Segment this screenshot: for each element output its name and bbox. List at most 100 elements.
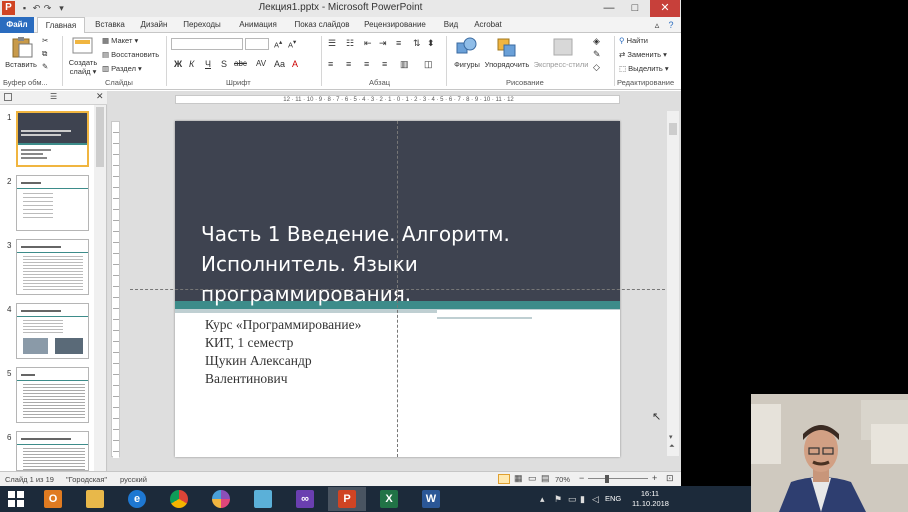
new-slide-icon[interactable] [72, 36, 94, 56]
editor-scrollbar[interactable]: ▾ ⏶ [667, 111, 679, 456]
close-button[interactable]: ✕ [650, 0, 680, 17]
justify-icon[interactable]: ≡ [382, 59, 387, 69]
bullets-icon[interactable]: ☰ [328, 38, 336, 49]
shape-fill-icon[interactable]: ◈ [593, 36, 600, 47]
slide-thumbnail-5[interactable] [16, 367, 89, 423]
taskbar-explorer[interactable] [76, 487, 114, 511]
taskbar-outlook[interactable]: O [34, 487, 72, 511]
slide-thumbnail-3[interactable] [16, 239, 89, 295]
underline-button[interactable]: Ч [205, 59, 211, 69]
zoom-slider-thumb[interactable] [605, 475, 609, 483]
bold-button[interactable]: Ж [174, 59, 182, 69]
slideshow-icon[interactable]: ▤ [541, 473, 550, 484]
taskbar-excel[interactable]: X [370, 487, 408, 511]
select-button[interactable]: ⬚ Выделить ▾ [619, 64, 669, 74]
slide-thumbnail-1[interactable] [16, 111, 89, 167]
arrange-icon[interactable] [496, 37, 518, 57]
help-icon[interactable]: ? [664, 17, 678, 33]
tab-review[interactable]: Рецензирование [360, 17, 430, 33]
paste-icon[interactable] [10, 36, 34, 58]
keyboard-language[interactable]: ENG [605, 494, 621, 503]
font-family-combo[interactable] [171, 38, 243, 50]
shape-outline-icon[interactable]: ✎ [593, 49, 601, 60]
scroll-down-icon[interactable]: ▾ [669, 433, 673, 441]
tab-view[interactable]: Вид [438, 17, 464, 33]
slide-thumbnail-6[interactable] [16, 431, 89, 471]
horizontal-guide[interactable] [130, 289, 665, 290]
zoom-slider[interactable] [588, 478, 648, 479]
taskbar-word[interactable]: W [412, 487, 450, 511]
tab-home[interactable]: Главная [37, 17, 85, 34]
tray-display-icon[interactable]: ▭ [568, 494, 577, 505]
slide-title-placeholder[interactable]: Часть 1 Введение. Алгоритм. Исполнитель.… [201, 219, 601, 309]
maximize-button[interactable]: □ [622, 0, 648, 17]
volume-icon[interactable]: ◁ [592, 494, 599, 505]
tab-transitions[interactable]: Переходы [178, 17, 226, 33]
tab-animation[interactable]: Анимация [232, 17, 284, 33]
new-slide-label-1[interactable]: Создать [64, 58, 102, 67]
find-button[interactable]: ⚲ Найти [619, 36, 648, 46]
text-direction-icon[interactable]: ⇅ [413, 38, 421, 49]
shrink-font-icon[interactable]: A▾ [288, 38, 296, 51]
language-indicator[interactable]: русский [120, 475, 147, 484]
cut-icon[interactable]: ✂ [42, 36, 48, 46]
layout-button[interactable]: ▦ Макет ▾ [102, 36, 138, 46]
reading-view-icon[interactable]: ▭ [528, 473, 537, 484]
taskbar-ie[interactable]: e [118, 487, 156, 511]
format-painter-icon[interactable]: ✎ [42, 62, 48, 72]
font-color-icon[interactable]: A [292, 59, 298, 69]
replace-button[interactable]: ⇄ Заменить ▾ [619, 50, 667, 60]
quick-styles-icon[interactable] [552, 37, 574, 57]
change-case-icon[interactable]: Aa [274, 59, 285, 69]
arrange-label[interactable]: Упорядочить [482, 60, 532, 69]
minimize-button[interactable]: — [596, 0, 622, 17]
align-right-icon[interactable]: ≡ [364, 59, 369, 69]
zoom-out-button[interactable]: − [579, 473, 584, 483]
tray-flag-icon[interactable]: ⚑ [554, 494, 562, 505]
smartart-icon[interactable]: ◫ [424, 59, 433, 70]
italic-button[interactable]: К [189, 59, 194, 69]
paste-label[interactable]: Вставить [2, 60, 40, 69]
char-spacing-icon[interactable]: AV [256, 59, 266, 68]
taskbar-visual-studio[interactable]: ∞ [286, 487, 324, 511]
slide-subtitle-placeholder[interactable]: Курс «Программирование» КИТ, 1 семестр Щ… [205, 316, 361, 388]
shape-effects-icon[interactable]: ◇ [593, 62, 600, 73]
editor-scroll-thumb[interactable] [669, 123, 677, 135]
slide-thumbnail-2[interactable] [16, 175, 89, 231]
strikethrough-button[interactable]: abc [234, 59, 247, 68]
copy-icon[interactable]: ⧉ [42, 49, 47, 59]
columns-icon[interactable]: ▥ [400, 59, 409, 70]
thumbnail-scrollbar[interactable] [94, 105, 106, 471]
slides-tab-icon[interactable] [4, 93, 12, 101]
zoom-level[interactable]: 70% [555, 475, 570, 484]
tab-slideshow[interactable]: Показ слайдов [290, 17, 354, 33]
reset-button[interactable]: ▤ Восстановить [102, 50, 159, 60]
slide-thumbnail-4[interactable] [16, 303, 89, 359]
pane-close-icon[interactable]: ✕ [96, 91, 104, 102]
clock[interactable]: 16:11 11.10.2018 [632, 489, 669, 509]
section-button[interactable]: ▥ Раздел ▾ [102, 64, 142, 74]
tab-file[interactable]: Файл [0, 17, 34, 33]
taskbar-app5[interactable] [202, 487, 240, 511]
windows-start-icon[interactable] [8, 491, 24, 507]
shapes-label[interactable]: Фигуры [449, 60, 485, 69]
font-size-combo[interactable] [245, 38, 269, 50]
thumbnail-scroll-thumb[interactable] [96, 107, 104, 167]
align-left-icon[interactable]: ≡ [328, 59, 333, 69]
slide-sorter-icon[interactable]: ▦ [514, 473, 523, 484]
previous-slide-icon[interactable]: ⏶ [669, 443, 675, 451]
quick-styles-label[interactable]: Экспресс-стили [532, 60, 590, 69]
tab-design[interactable]: Дизайн [135, 17, 173, 33]
numbering-icon[interactable]: ☷ [346, 38, 354, 49]
shadow-button[interactable]: S [221, 59, 227, 69]
fit-to-window-icon[interactable]: ⊡ [666, 473, 674, 484]
line-spacing-icon[interactable]: ≡ [396, 38, 401, 48]
ribbon-collapse-icon[interactable]: ▵ [650, 17, 664, 33]
zoom-in-button[interactable]: + [652, 473, 657, 483]
decrease-indent-icon[interactable]: ⇤ [364, 38, 372, 49]
align-center-icon[interactable]: ≡ [346, 59, 351, 69]
new-slide-label-2[interactable]: слайд ▾ [64, 67, 102, 76]
tab-insert[interactable]: Вставка [88, 17, 132, 33]
taskbar-powerpoint[interactable]: P [328, 487, 366, 511]
tab-acrobat[interactable]: Acrobat [470, 17, 506, 33]
